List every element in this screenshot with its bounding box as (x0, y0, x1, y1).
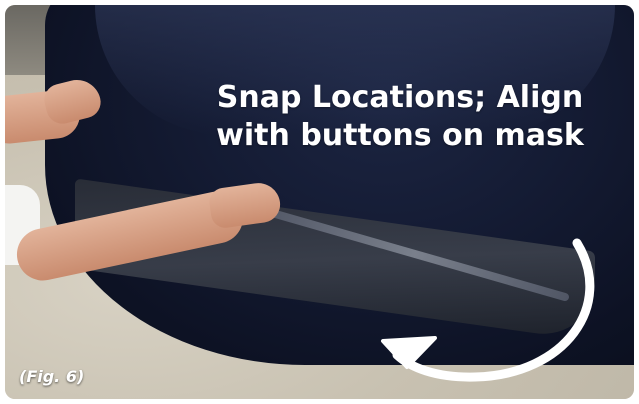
curved-arrow-icon (381, 238, 595, 382)
figure-label: (Fig. 6) (19, 367, 85, 386)
photo-frame: Snap Locations; Align with buttons on ma… (5, 5, 634, 399)
